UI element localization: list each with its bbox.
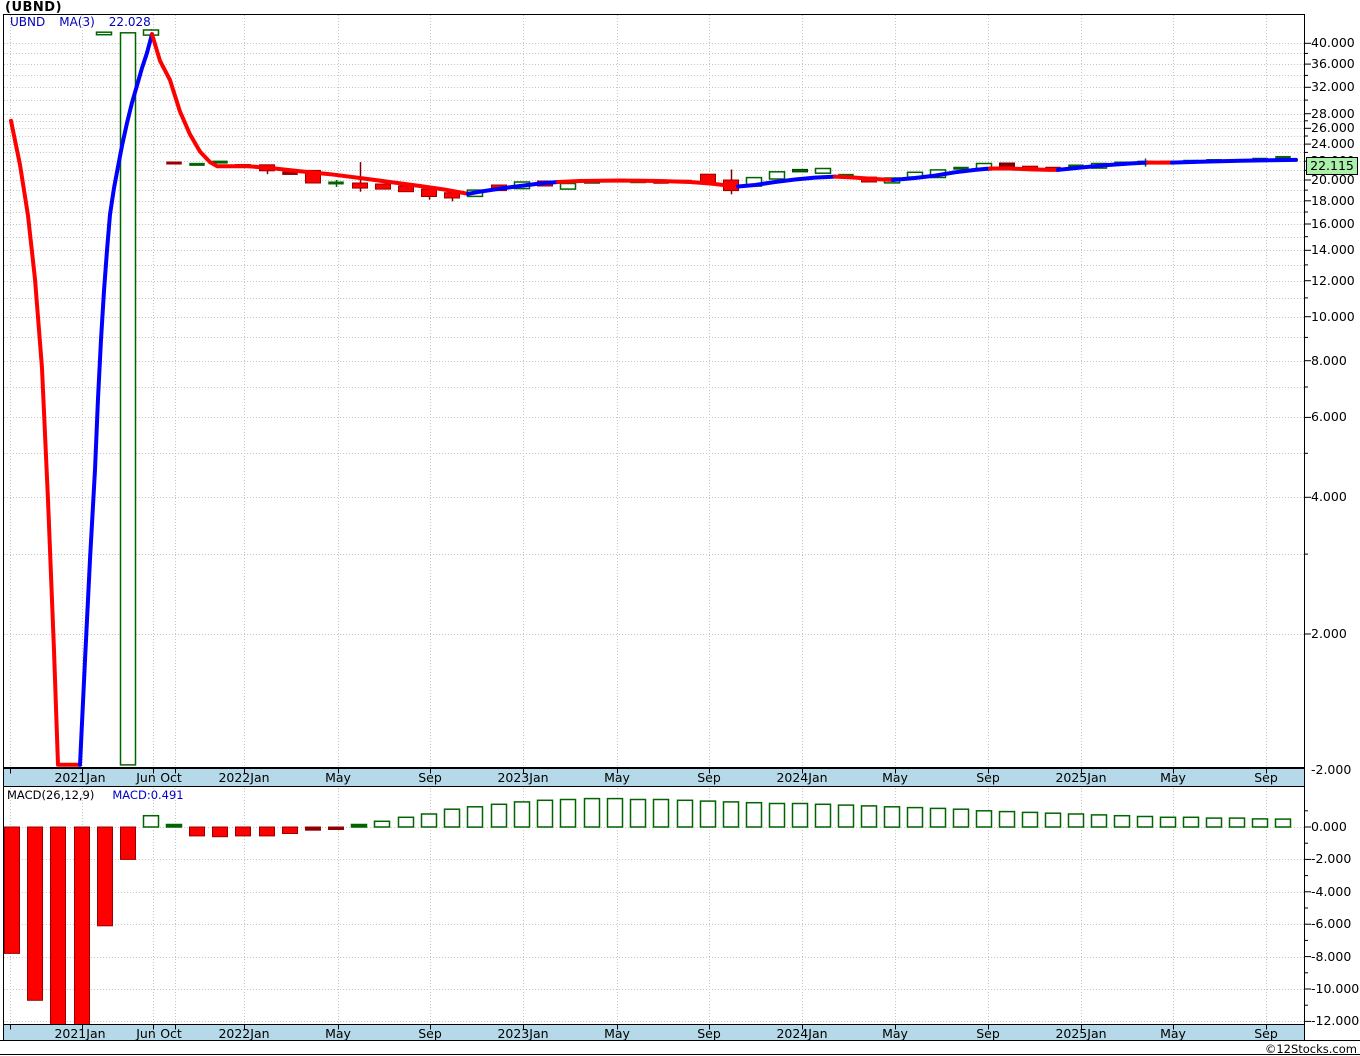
macd-bar bbox=[282, 826, 298, 834]
macd-bar bbox=[1274, 818, 1292, 828]
macd-bar bbox=[768, 802, 786, 828]
macd-bar bbox=[952, 808, 970, 828]
macd-bar bbox=[1159, 816, 1177, 828]
macd-bar bbox=[536, 799, 554, 828]
macd-bar bbox=[652, 798, 670, 828]
macd-bar bbox=[998, 810, 1016, 828]
macd-bar bbox=[305, 826, 321, 831]
macd-bar bbox=[4, 826, 20, 954]
candle bbox=[768, 171, 786, 180]
candle bbox=[398, 185, 414, 193]
macd-bar bbox=[559, 798, 577, 828]
candle bbox=[421, 188, 437, 198]
candle bbox=[189, 162, 205, 166]
macd-bar bbox=[259, 826, 275, 837]
candle bbox=[814, 167, 832, 174]
candle bbox=[328, 181, 344, 185]
macd-bar bbox=[1228, 817, 1246, 828]
macd-bar bbox=[1136, 815, 1154, 828]
macd-bar bbox=[1090, 814, 1108, 828]
ma-line-down bbox=[9, 118, 82, 767]
macd-bar bbox=[212, 826, 228, 838]
price-pane-border bbox=[3, 14, 1305, 768]
macd-bar bbox=[120, 826, 136, 860]
candle bbox=[166, 161, 182, 165]
macd-bar bbox=[722, 801, 740, 828]
macd-bar bbox=[490, 803, 508, 828]
macd-bar bbox=[513, 801, 531, 828]
macd-bar bbox=[397, 816, 415, 828]
macd-bar bbox=[629, 798, 647, 828]
macd-pane bbox=[4, 797, 1292, 1024]
macd-bar bbox=[860, 805, 878, 828]
macd-bar bbox=[929, 807, 947, 828]
candle bbox=[559, 182, 577, 190]
last-price-tag: 22.115 bbox=[1306, 157, 1358, 175]
macd-legend-label: MACD(26,12,9) bbox=[7, 788, 95, 802]
macd-bar bbox=[27, 826, 43, 1001]
ma-line-down bbox=[988, 166, 1060, 172]
ma-line-down bbox=[833, 174, 895, 182]
macd-bar bbox=[466, 806, 484, 828]
macd-bar bbox=[1251, 818, 1269, 828]
ma-line-up bbox=[466, 180, 560, 196]
macd-bar bbox=[50, 826, 66, 1024]
macd-bar bbox=[676, 799, 694, 828]
macd-bar bbox=[1182, 816, 1200, 828]
macd-bar bbox=[883, 806, 901, 828]
macd-bar bbox=[373, 820, 391, 828]
date-band-top bbox=[3, 768, 1305, 787]
macd-bar bbox=[814, 803, 832, 828]
macd-bar bbox=[1067, 813, 1085, 828]
macd-bar bbox=[583, 797, 601, 828]
macd-bar bbox=[443, 808, 461, 828]
macd-bar bbox=[1044, 812, 1062, 828]
macd-bar bbox=[906, 806, 924, 828]
candle bbox=[95, 31, 113, 36]
ma-line-up bbox=[78, 32, 154, 767]
macd-bar bbox=[165, 823, 183, 828]
macd-bar bbox=[420, 813, 438, 828]
candle bbox=[375, 183, 391, 190]
ma-line-up bbox=[1170, 157, 1298, 165]
macd-bar bbox=[74, 826, 90, 1024]
macd-bar bbox=[328, 826, 344, 830]
price-pane bbox=[9, 29, 1298, 767]
macd-bar bbox=[1021, 811, 1039, 828]
macd-bar bbox=[791, 802, 809, 828]
macd-bar bbox=[975, 810, 993, 828]
macd-bar bbox=[189, 826, 205, 837]
chart-canvas bbox=[0, 14, 1360, 1055]
copyright-text: ©12Stocks.com bbox=[1264, 1042, 1357, 1056]
macd-bar bbox=[699, 800, 717, 828]
macd-legend: MACD(26,12,9) MACD:0.491 bbox=[7, 788, 184, 802]
date-band-bottom bbox=[3, 1024, 1305, 1041]
candle bbox=[792, 168, 808, 173]
macd-bar bbox=[142, 814, 160, 828]
macd-bar bbox=[1113, 814, 1131, 828]
macd-bar bbox=[235, 826, 251, 837]
macd-bar bbox=[837, 804, 855, 828]
stock-chart-page: (UBND) UBND MA(3) 22.028 40.000 36.000 32.00… bbox=[0, 0, 1360, 1056]
macd-bar bbox=[745, 801, 763, 828]
macd-bar bbox=[350, 823, 368, 828]
macd-legend-value: MACD:0.491 bbox=[112, 788, 184, 802]
candle bbox=[352, 182, 368, 189]
macd-bar bbox=[97, 826, 113, 927]
macd-bar bbox=[1205, 817, 1223, 828]
macd-bar bbox=[606, 797, 624, 828]
